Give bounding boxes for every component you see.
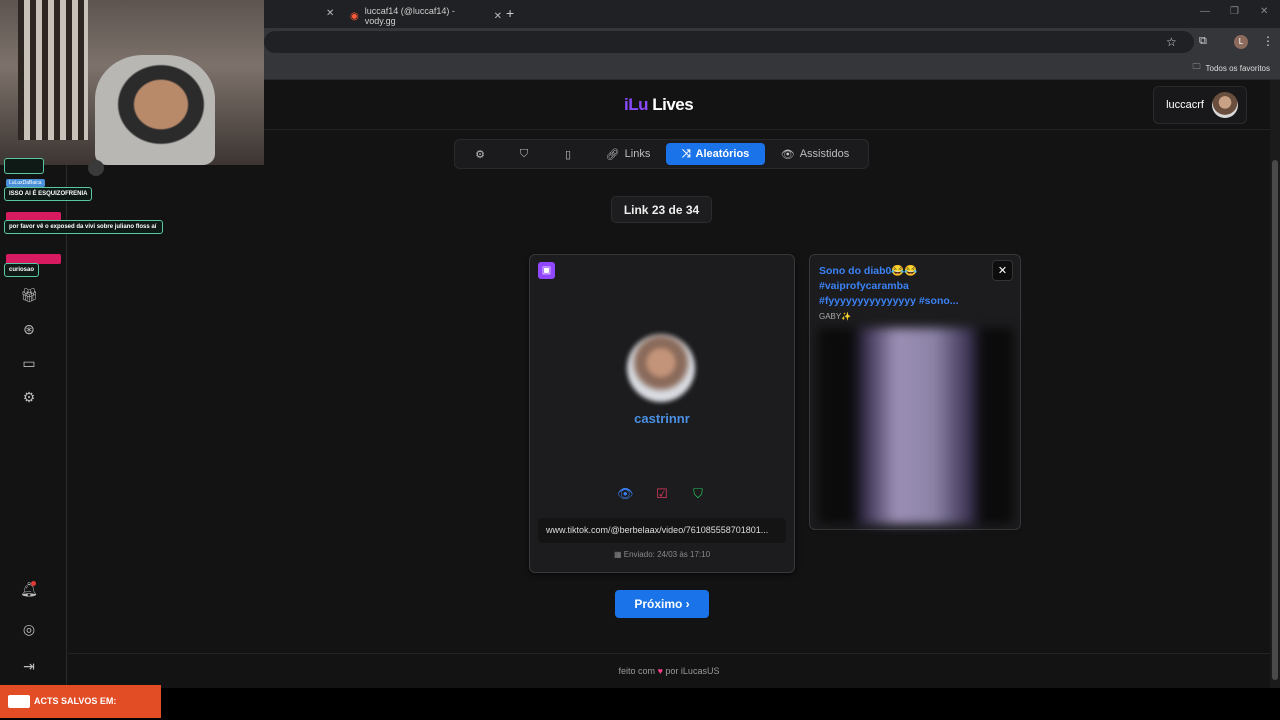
footer-pre: feito com [618,666,656,676]
minimize-icon[interactable]: — [1200,6,1210,17]
folder-icon: 🗀 [1192,62,1201,71]
new-tab-icon[interactable]: + [506,5,514,21]
notification-bell-icon[interactable]: 🔔︎ [20,580,38,598]
tab-watched[interactable]: 👁︎ Assistidos [773,143,857,165]
user-menu[interactable]: luccacrf [1153,86,1247,124]
award-icon[interactable]: ⊛ [20,320,38,338]
chat-message: ISSO AI É ESQUIZOFRENIA [4,187,93,201]
calendar-icon: ▦ [613,550,624,559]
check-square-icon[interactable]: ☑ [654,486,670,502]
tab-random-label: Aleatórios [695,148,750,160]
menu-kebab-icon[interactable]: ⋮ [1262,34,1274,48]
tab-random[interactable]: ⤨ Aleatórios [666,143,765,165]
all-bookmarks[interactable]: 🗀 Todos os favoritos [1193,61,1270,75]
chat-message-partial [4,158,44,174]
extensions-icon[interactable]: ⧉ [1199,35,1207,48]
logo-part-lives: Lives [652,95,694,114]
gift-icon[interactable]: 🎁︎ [20,286,38,304]
scrollbar-thumb[interactable] [1272,160,1278,680]
close-tab-icon[interactable]: ✕ [494,11,502,22]
notification-dot [31,581,36,586]
close-tab-icon[interactable]: ✕ [326,8,334,19]
preview-thumbnail[interactable] [818,328,1013,524]
tab-tablet[interactable]: ▯ [556,143,580,165]
card-avatar [627,334,695,402]
browser-tab-previous[interactable]: ✕ [264,4,342,28]
close-preview-button[interactable]: ✕ [992,260,1013,281]
tab-links[interactable]: 🔗︎ Links [598,143,658,165]
tab-title: luccaf14 (@luccaf14) - vody.gg [364,6,455,26]
footer: feito com ♥ por iLucasUS [68,666,1270,676]
shield-icon[interactable]: ⛉ [690,486,706,502]
chat-name-tag: LuLuxDaBaica [6,179,45,187]
logo-part-ilu: iLu [624,95,649,114]
webcam-badge [88,160,104,176]
chat-message: por favor vê o exposed da vivi sobre jul… [4,220,163,234]
chat-message: curiosao [4,263,40,277]
shuffle-icon: ⤨ [681,147,691,160]
avatar [1212,92,1238,118]
profile-icon[interactable]: L [1234,35,1248,49]
restore-icon[interactable]: ❐ [1230,6,1239,17]
app-logo[interactable]: iLu Lives [624,95,694,115]
close-window-icon[interactable]: ✕ [1260,6,1268,17]
logout-icon[interactable]: ⇥ [20,657,38,675]
preview-author: GABY✨ [819,312,852,321]
tab-shield[interactable]: ⛉ [512,143,536,165]
link-counter: Link 23 de 34 [611,196,712,223]
shield-icon: ⛉ [519,147,529,160]
card-url[interactable]: www.tiktok.com/@berbelaax/video/76108555… [538,518,786,543]
chat-icon[interactable]: ▭ [20,354,38,372]
view-eye-icon[interactable]: 👁︎ [617,486,634,502]
link-icon: 🔗︎ [605,148,620,161]
tab-links-label: Links [624,148,651,160]
tab-watched-label: Assistidos [799,148,850,160]
card-date-text: Enviado: 24/03 às 17:10 [623,550,711,559]
webcam-window-bars [18,0,88,140]
star-icon[interactable]: ☆ [1166,35,1177,49]
tab-favicon-icon: ◉ [350,10,359,22]
stream-bottom-bar [0,688,1280,720]
next-button[interactable]: Próximo › [615,590,709,618]
promo-logo-icon [8,695,30,708]
webcam-person [95,55,215,165]
url-input[interactable] [264,31,1194,53]
heart-icon: ♥ [657,666,663,676]
settings-gear-icon[interactable]: ⚙ [20,388,38,406]
eye-icon: 👁︎ [780,148,795,161]
footer-post: por iLucasUS [665,666,720,676]
browser-tab-active[interactable]: ◉ luccaf14 (@luccaf14) - vody.gg ✕ [342,4,502,28]
tablet-icon: ▯ [564,148,572,161]
card-username[interactable]: castrinnr [529,411,795,426]
footer-divider [68,653,1270,654]
preview-title[interactable]: Sono do diab0😂😂 #vaiprofycaramba #fyyyyy… [819,264,987,309]
twitch-icon: ▣ [538,262,555,279]
card-date: ▦ Enviado: 24/03 às 17:10 [529,550,795,559]
all-bookmarks-label: Todos os favoritos [1205,63,1270,73]
username: luccacrf [1166,99,1204,111]
tab-settings[interactable]: ⚙ [468,143,492,165]
gear-icon: ⚙ [475,148,485,161]
lifebuoy-icon[interactable]: ◎ [20,620,38,638]
